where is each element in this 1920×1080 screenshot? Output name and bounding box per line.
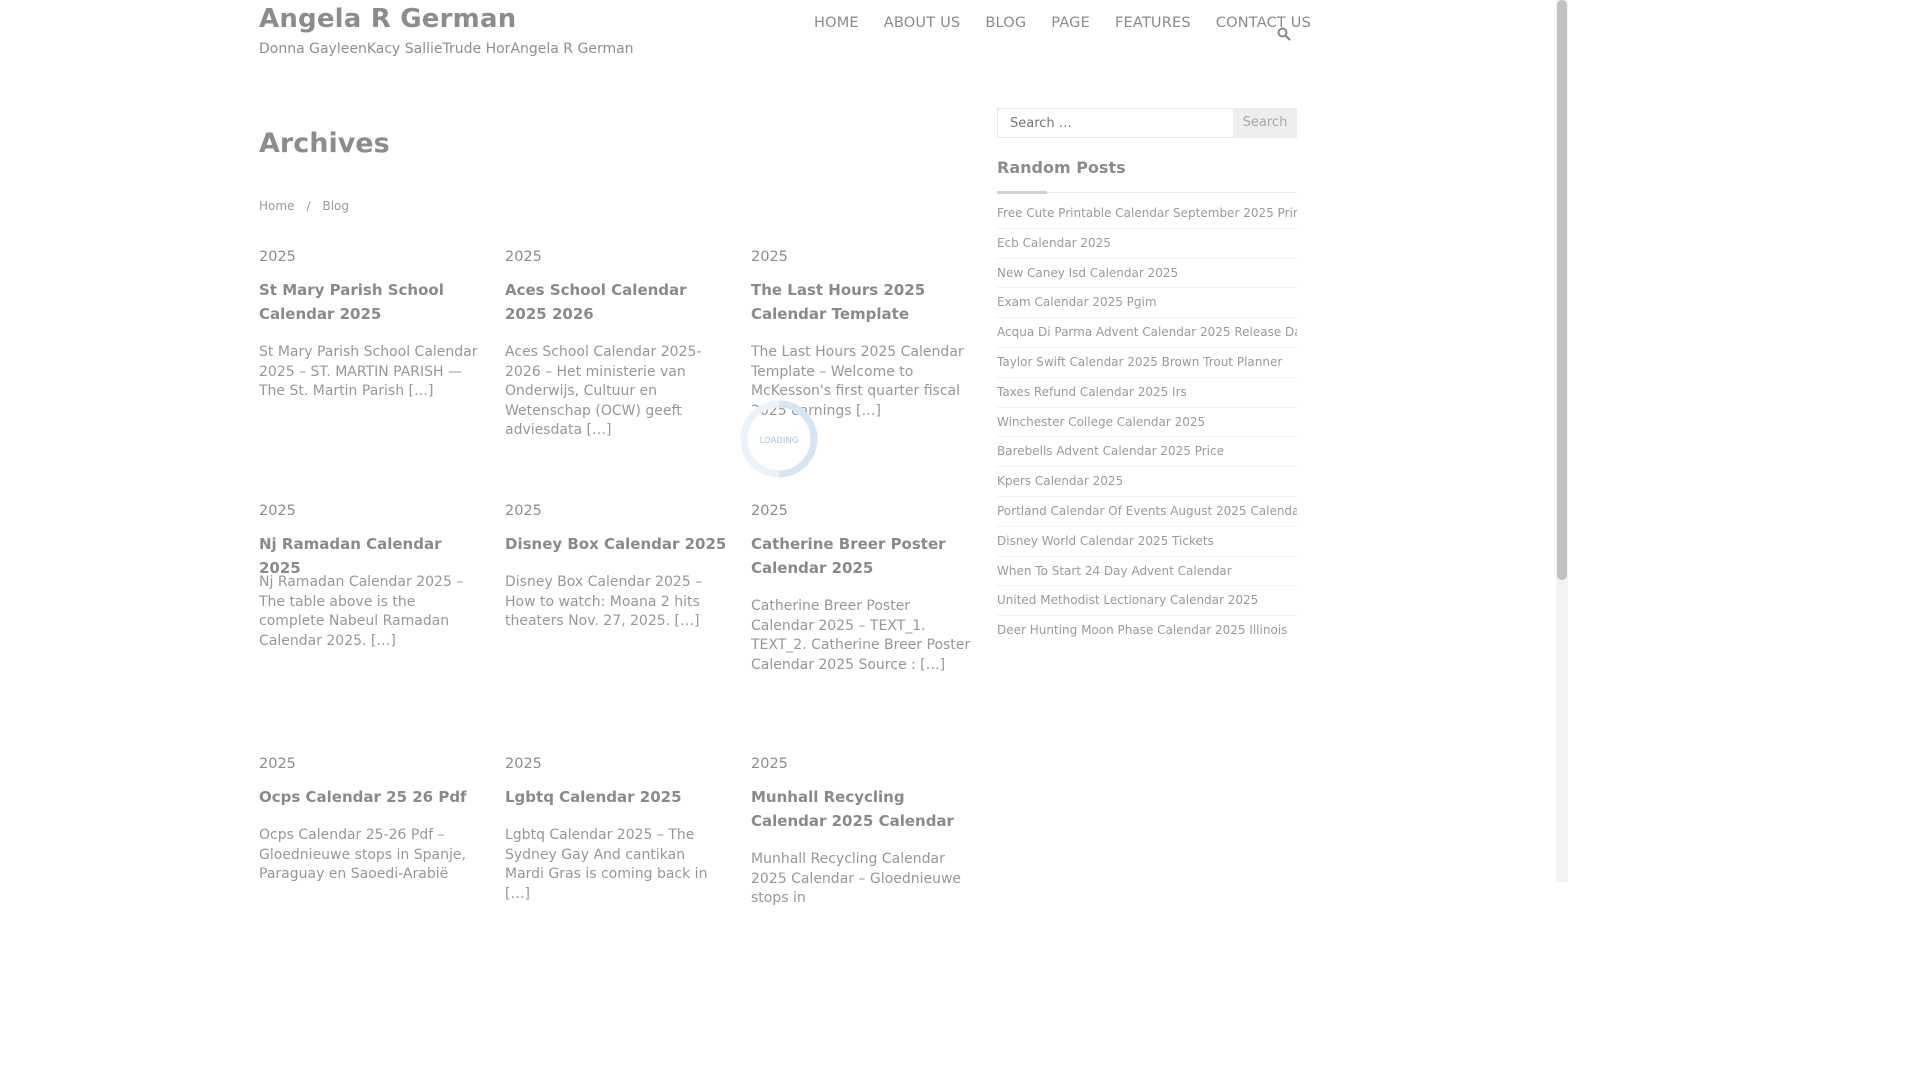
random-post-link[interactable]: Barebells Advent Calendar 2025 Price	[997, 437, 1297, 468]
breadcrumb: Home / Blog	[259, 199, 349, 213]
search-button[interactable]: Search	[1233, 108, 1297, 138]
nav-about-us[interactable]: ABOUT US	[884, 15, 961, 31]
post-year[interactable]: 2025	[751, 249, 788, 265]
post-title[interactable]: Lgbtq Calendar 2025	[505, 786, 727, 810]
post-title[interactable]: St Mary Parish School Calendar 2025	[259, 279, 481, 326]
random-posts-title: Random Posts	[997, 158, 1126, 177]
post-title[interactable]: Munhall Recycling Calendar 2025 Calendar	[751, 786, 973, 833]
post-title[interactable]: Ocps Calendar 25 26 Pdf	[259, 786, 481, 810]
post-excerpt: Lgbtq Calendar 2025 – The Sydney Gay And…	[505, 827, 708, 902]
post-excerpt: St Mary Parish School Calendar 2025 – ST…	[259, 344, 478, 399]
post-year[interactable]: 2025	[505, 503, 542, 519]
site-title[interactable]: Angela R German	[259, 4, 516, 34]
post-year[interactable]: 2025	[751, 503, 788, 519]
random-post-link[interactable]: United Methodist Lectionary Calendar 202…	[997, 586, 1297, 617]
post-title[interactable]: The Last Hours 2025 Calendar Template	[751, 279, 973, 326]
breadcrumb-current: Blog	[322, 199, 350, 213]
random-post-link[interactable]: Disney World Calendar 2025 Tickets	[997, 527, 1297, 557]
random-post-link[interactable]: When To Start 24 Day Advent Calendar	[997, 557, 1297, 587]
nav-blog[interactable]: BLOG	[985, 15, 1026, 31]
page-scrollbar[interactable]	[1556, 0, 1568, 882]
search-input[interactable]	[997, 108, 1234, 138]
breadcrumb-home[interactable]: Home	[259, 199, 294, 213]
breadcrumb-separator: /	[306, 199, 311, 213]
random-post-link[interactable]: Free Cute Printable Calendar September 2…	[997, 199, 1297, 229]
nav-features[interactable]: FEATURES	[1115, 15, 1191, 31]
random-post-link[interactable]: Ecb Calendar 2025	[997, 229, 1297, 259]
scrollbar-thumb[interactable]	[1557, 0, 1567, 580]
nav-page[interactable]: PAGE	[1051, 15, 1090, 31]
post-title[interactable]: Disney Box Calendar 2025	[505, 533, 727, 557]
nav-home[interactable]: HOME	[814, 15, 859, 31]
post-year[interactable]: 2025	[751, 756, 788, 772]
post-excerpt: Catherine Breer Poster Calendar 2025 – T…	[751, 598, 971, 673]
post-year[interactable]: 2025	[259, 503, 296, 519]
loading-label: LOADING	[760, 436, 799, 446]
post-title[interactable]: Catherine Breer Poster Calendar 2025	[751, 533, 973, 580]
random-post-link[interactable]: Exam Calendar 2025 Pgim	[997, 288, 1297, 319]
random-post-link[interactable]: Deer Hunting Moon Phase Calendar 2025 Il…	[997, 616, 1297, 646]
post-year[interactable]: 2025	[259, 756, 296, 772]
post-year[interactable]: 2025	[505, 249, 542, 265]
loading-spinner: LOADING	[739, 399, 819, 479]
random-post-link[interactable]: Taxes Refund Calendar 2025 Irs	[997, 378, 1297, 408]
nav-contact-us[interactable]: CONTACT US	[1216, 15, 1311, 31]
post-excerpt: Ocps Calendar 25-26 Pdf – Gloednieuwe st…	[259, 827, 466, 882]
post-year[interactable]: 2025	[259, 249, 296, 265]
site-description: Donna GayleenKacy SallieTrude HorAngela …	[259, 41, 634, 57]
widget-title-accent	[997, 191, 1047, 194]
random-post-link[interactable]: Winchester College Calendar 2025	[997, 408, 1297, 438]
main-nav: HOME ABOUT US BLOG PAGE FEATURES CONTACT…	[814, 15, 1311, 31]
random-post-link[interactable]: New Caney Isd Calendar 2025	[997, 259, 1297, 289]
post-excerpt: Disney Box Calendar 2025 – How to watch:…	[505, 574, 703, 629]
random-post-link[interactable]: Portland Calendar Of Events August 2025 …	[997, 497, 1297, 527]
post-title[interactable]: Aces School Calendar 2025 2026	[505, 279, 727, 326]
random-post-link[interactable]: Acqua Di Parma Advent Calendar 2025 Rele…	[997, 318, 1297, 348]
random-posts-list: Free Cute Printable Calendar September 2…	[997, 199, 1297, 646]
random-post-link[interactable]: Taylor Swift Calendar 2025 Brown Trout P…	[997, 348, 1297, 378]
page-title: Archives	[259, 128, 390, 159]
post-year[interactable]: 2025	[505, 756, 542, 772]
random-post-link[interactable]: Kpers Calendar 2025	[997, 467, 1297, 497]
post-excerpt: Aces School Calendar 2025-2026 – Het min…	[505, 344, 702, 438]
post-excerpt: Munhall Recycling Calendar 2025 Calendar…	[751, 851, 962, 906]
post-excerpt: Nj Ramadan Calendar 2025 – The table abo…	[259, 574, 464, 649]
search-icon[interactable]	[1277, 26, 1291, 41]
